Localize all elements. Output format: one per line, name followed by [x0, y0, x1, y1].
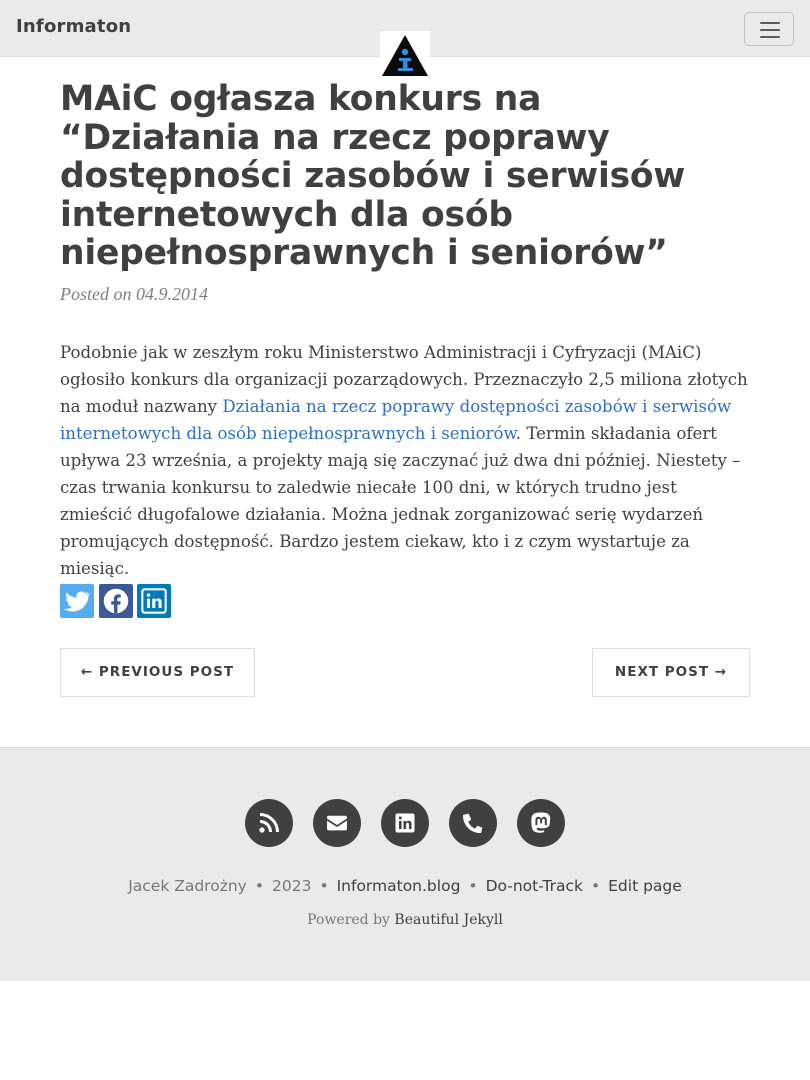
post-meta-prefix: Posted on	[60, 284, 136, 304]
footer-email-link[interactable]	[313, 799, 361, 847]
footer-mastodon-link[interactable]	[517, 799, 565, 847]
phone-icon	[463, 813, 483, 833]
share-facebook-button[interactable]	[99, 584, 133, 618]
post-meta: Posted on 04.9.2014	[60, 284, 208, 305]
footer-year: 2023	[271, 877, 312, 895]
footer-powered-by: Powered by Beautiful Jekyll	[0, 912, 810, 928]
envelope-icon	[327, 815, 347, 831]
previous-post-button[interactable]: ← PREVIOUS POST	[60, 648, 255, 697]
footer-separator: •	[254, 877, 264, 895]
twitter-icon	[63, 591, 91, 612]
footer-separator: •	[468, 877, 478, 895]
footer-links: Jacek Zadrożny • 2023 • Informaton.blog • Do-n…	[0, 877, 810, 895]
mastodon-icon	[531, 812, 551, 833]
footer-dnt-link[interactable]: Do-not-Track	[486, 877, 583, 895]
post-body: Podobnie jak w zeszłym roku Ministerstwo…	[60, 339, 752, 582]
share-twitter-button[interactable]	[60, 584, 94, 618]
linkedin-icon	[141, 588, 167, 614]
footer-site-link[interactable]: Informaton.blog	[337, 877, 461, 895]
logo-icon	[382, 35, 428, 76]
body-text-after: . Termin składania ofert upływa 23 wrześ…	[60, 424, 741, 578]
rss-icon	[259, 813, 279, 833]
footer-phone-link[interactable]	[449, 799, 497, 847]
footer-linkedin-link[interactable]	[381, 799, 429, 847]
menu-toggle-button[interactable]	[744, 12, 794, 46]
site-logo[interactable]	[380, 31, 430, 77]
next-post-button[interactable]: NEXT POST →	[592, 648, 750, 697]
footer-separator: •	[590, 877, 601, 895]
hamburger-icon	[760, 22, 780, 24]
facebook-icon	[103, 588, 129, 614]
footer-edit-page-link[interactable]: Edit page	[608, 877, 682, 895]
hamburger-icon-bar	[760, 36, 780, 38]
brand-link[interactable]: Informaton	[16, 16, 131, 37]
footer-rss-link[interactable]	[245, 799, 293, 847]
share-linkedin-button[interactable]	[137, 584, 171, 618]
post-title: MAiC ogłasza konkurs na “Działania na rz…	[60, 79, 686, 273]
hamburger-icon-bar	[760, 29, 780, 31]
footer-author: Jacek Zadrożny	[128, 877, 247, 895]
post-date: 04.9.2014	[136, 284, 208, 304]
powered-by-prefix: Powered by	[307, 912, 395, 928]
footer-separator: •	[319, 877, 329, 895]
footer: Jacek Zadrożny • 2023 • Informaton.blog • Do-n…	[0, 747, 810, 981]
linkedin-icon	[395, 813, 415, 833]
beautiful-jekyll-link[interactable]: Beautiful Jekyll	[394, 912, 502, 928]
